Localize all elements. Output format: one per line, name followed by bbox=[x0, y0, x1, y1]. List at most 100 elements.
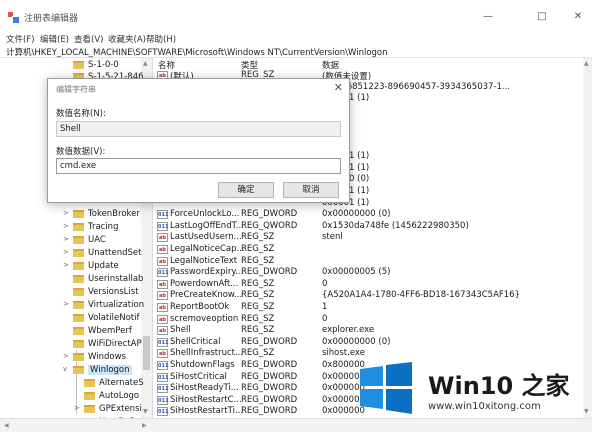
horizontal-scrollbar[interactable]: ◀ ▶ bbox=[0, 418, 592, 432]
value-data: 0x00000000 (0) bbox=[322, 209, 391, 220]
tree-item-label: Virtualization bbox=[88, 300, 145, 310]
watermark-url: www.win10xitong.com bbox=[428, 401, 541, 412]
minimize-icon[interactable]: — bbox=[476, 8, 500, 26]
value-row[interactable]: ab LegalNoticeText REG_SZ bbox=[154, 256, 582, 268]
value-type: REG_SZ bbox=[241, 290, 275, 301]
maximize-icon[interactable]: □ bbox=[530, 8, 554, 26]
scroll-right-icon[interactable]: ▶ bbox=[142, 422, 147, 429]
tree-item-label: UAC bbox=[88, 235, 106, 245]
value-type: REG_SZ bbox=[241, 313, 275, 324]
chevron-right-icon[interactable]: > bbox=[63, 209, 71, 217]
binary-value-icon: 011 bbox=[157, 268, 169, 278]
binary-value-icon: 011 bbox=[157, 372, 169, 382]
value-row[interactable]: 011 ShellCritical REG_DWORD 0x00000000 (0) bbox=[154, 337, 582, 349]
value-data: 0 bbox=[322, 313, 328, 324]
close-icon[interactable]: ✕ bbox=[566, 8, 590, 26]
tree-item-label: AutoLogo bbox=[99, 391, 140, 401]
chevron-right-icon[interactable]: > bbox=[63, 261, 71, 269]
string-value-icon: ab bbox=[157, 245, 168, 254]
folder-icon bbox=[84, 392, 95, 400]
close-icon[interactable]: ✕ bbox=[334, 81, 343, 94]
menu-favorites[interactable]: 收藏夹(A) bbox=[108, 33, 146, 45]
value-data: 000001 (1) bbox=[322, 93, 370, 104]
chevron-right-icon[interactable]: > bbox=[63, 352, 71, 360]
string-value-icon: ab bbox=[157, 256, 168, 266]
tree-item-label: Winlogon bbox=[88, 365, 132, 375]
value-data-input[interactable]: cmd.exe bbox=[56, 158, 341, 174]
value-row[interactable]: ab PowerdownAft... REG_SZ 0 bbox=[154, 279, 582, 291]
tree-item-label: Windows bbox=[88, 352, 126, 362]
scroll-up-icon[interactable]: ▲ bbox=[584, 60, 589, 67]
value-row[interactable]: 011 LastLogOffEndT... REG_QWORD 0x1530da748… bbox=[154, 221, 582, 233]
tree-item-label: VersionsList bbox=[88, 287, 139, 297]
value-type: REG_SZ bbox=[241, 232, 275, 243]
address-bar[interactable]: 计算机\HKEY_LOCAL_MACHINE\SOFTWARE\Microsof… bbox=[0, 45, 592, 58]
scroll-down-icon[interactable]: ▼ bbox=[143, 408, 148, 415]
value-type: REG_SZ bbox=[241, 255, 275, 266]
value-type: REG_DWORD bbox=[241, 371, 298, 382]
title-bar: 注册表编辑器 — □ ✕ bbox=[0, 0, 592, 32]
menu-file[interactable]: 文件(F) bbox=[6, 33, 35, 45]
value-name-field: Shell bbox=[56, 121, 341, 137]
scroll-up-icon[interactable]: ▲ bbox=[143, 60, 148, 67]
value-type: REG_SZ bbox=[241, 244, 275, 254]
value-row[interactable]: ab PreCreateKnow... REG_SZ {A520A1A4-1780-4… bbox=[154, 290, 582, 302]
value-row[interactable]: ab LastUsedUsern... REG_SZ stenl bbox=[154, 232, 582, 244]
menu-view[interactable]: 查看(V) bbox=[74, 33, 103, 45]
tree-scroll-thumb[interactable] bbox=[143, 336, 150, 370]
value-row[interactable]: 011 PasswordExpiry... REG_DWORD 0x00000005 … bbox=[154, 267, 582, 279]
value-type: REG_DWORD bbox=[241, 336, 298, 347]
tree-item-label: WbemPerf bbox=[88, 326, 132, 336]
value-data: explorer.exe bbox=[322, 325, 375, 336]
binary-value-icon: 011 bbox=[157, 337, 169, 347]
string-value-icon: ab bbox=[157, 326, 168, 336]
string-value-icon: ab bbox=[157, 314, 168, 324]
value-data: sihost.exe bbox=[322, 348, 365, 359]
value-data: 000001 (1) bbox=[322, 186, 370, 196]
value-row[interactable]: 011 ForceUnlockLo... REG_DWORD 0x00000000 (… bbox=[154, 209, 582, 221]
folder-icon bbox=[73, 61, 84, 69]
value-row[interactable]: ab scremoveoption REG_SZ 0 bbox=[154, 314, 582, 326]
dialog-title: 编辑字符串 bbox=[56, 85, 96, 94]
folder-icon bbox=[73, 314, 84, 322]
string-value-icon: ab bbox=[157, 291, 168, 301]
value-row[interactable]: ab Shell REG_SZ explorer.exe bbox=[154, 325, 582, 337]
chevron-right-icon[interactable]: > bbox=[63, 222, 71, 230]
menu-edit[interactable]: 编辑(E) bbox=[40, 33, 69, 45]
value-data: 000001 (1) bbox=[322, 151, 370, 162]
value-type: REG_SZ bbox=[241, 278, 275, 289]
scroll-left-icon[interactable]: ◀ bbox=[4, 422, 9, 429]
binary-value-icon: 011 bbox=[157, 407, 169, 417]
chevron-down-icon[interactable]: v bbox=[63, 365, 71, 373]
value-type: REG_DWORD bbox=[241, 383, 298, 394]
string-value-icon: ab bbox=[157, 279, 168, 289]
folder-icon bbox=[73, 340, 84, 348]
value-type: REG_SZ bbox=[241, 302, 275, 312]
chevron-right-icon[interactable]: > bbox=[63, 235, 71, 243]
value-row[interactable]: ab ShellInfrastruct... REG_SZ sihost.exe bbox=[154, 348, 582, 360]
menu-help[interactable]: 帮助(H) bbox=[146, 33, 176, 45]
value-data: (数值未设置) bbox=[322, 72, 372, 82]
value-data: 0x1530da748fe (1456222980350) bbox=[322, 220, 469, 231]
folder-icon bbox=[73, 353, 84, 361]
value-row[interactable]: ab LegalNoticeCap... REG_SZ bbox=[154, 244, 582, 256]
address-path[interactable]: 计算机\HKEY_LOCAL_MACHINE\SOFTWARE\Microsof… bbox=[6, 46, 388, 58]
watermark-brand: Win10 之家 bbox=[428, 372, 570, 400]
value-data: 000000 (0) bbox=[322, 174, 370, 185]
folder-icon bbox=[73, 210, 84, 218]
value-data-label: 数值数据(V): bbox=[56, 147, 106, 157]
folder-icon bbox=[73, 262, 84, 270]
binary-value-icon: 011 bbox=[157, 361, 169, 370]
folder-icon bbox=[73, 327, 84, 335]
cancel-button[interactable]: 取消 bbox=[283, 182, 339, 198]
chevron-right-icon[interactable]: > bbox=[63, 248, 71, 256]
ok-button[interactable]: 确定 bbox=[218, 182, 274, 198]
value-data: 21-846851223-896690457-3934365037-1... bbox=[322, 81, 511, 92]
chevron-right-icon[interactable]: > bbox=[74, 404, 82, 412]
value-row[interactable]: ab ReportBootOk REG_SZ 1 bbox=[154, 302, 582, 314]
tree-item-label: UnattendSet bbox=[88, 248, 142, 258]
value-type: REG_QWORD bbox=[241, 220, 298, 231]
value-data: 000001 (1) bbox=[322, 197, 370, 208]
chevron-right-icon[interactable]: > bbox=[63, 300, 71, 308]
tree-item-label: GPExtensi bbox=[99, 404, 142, 414]
